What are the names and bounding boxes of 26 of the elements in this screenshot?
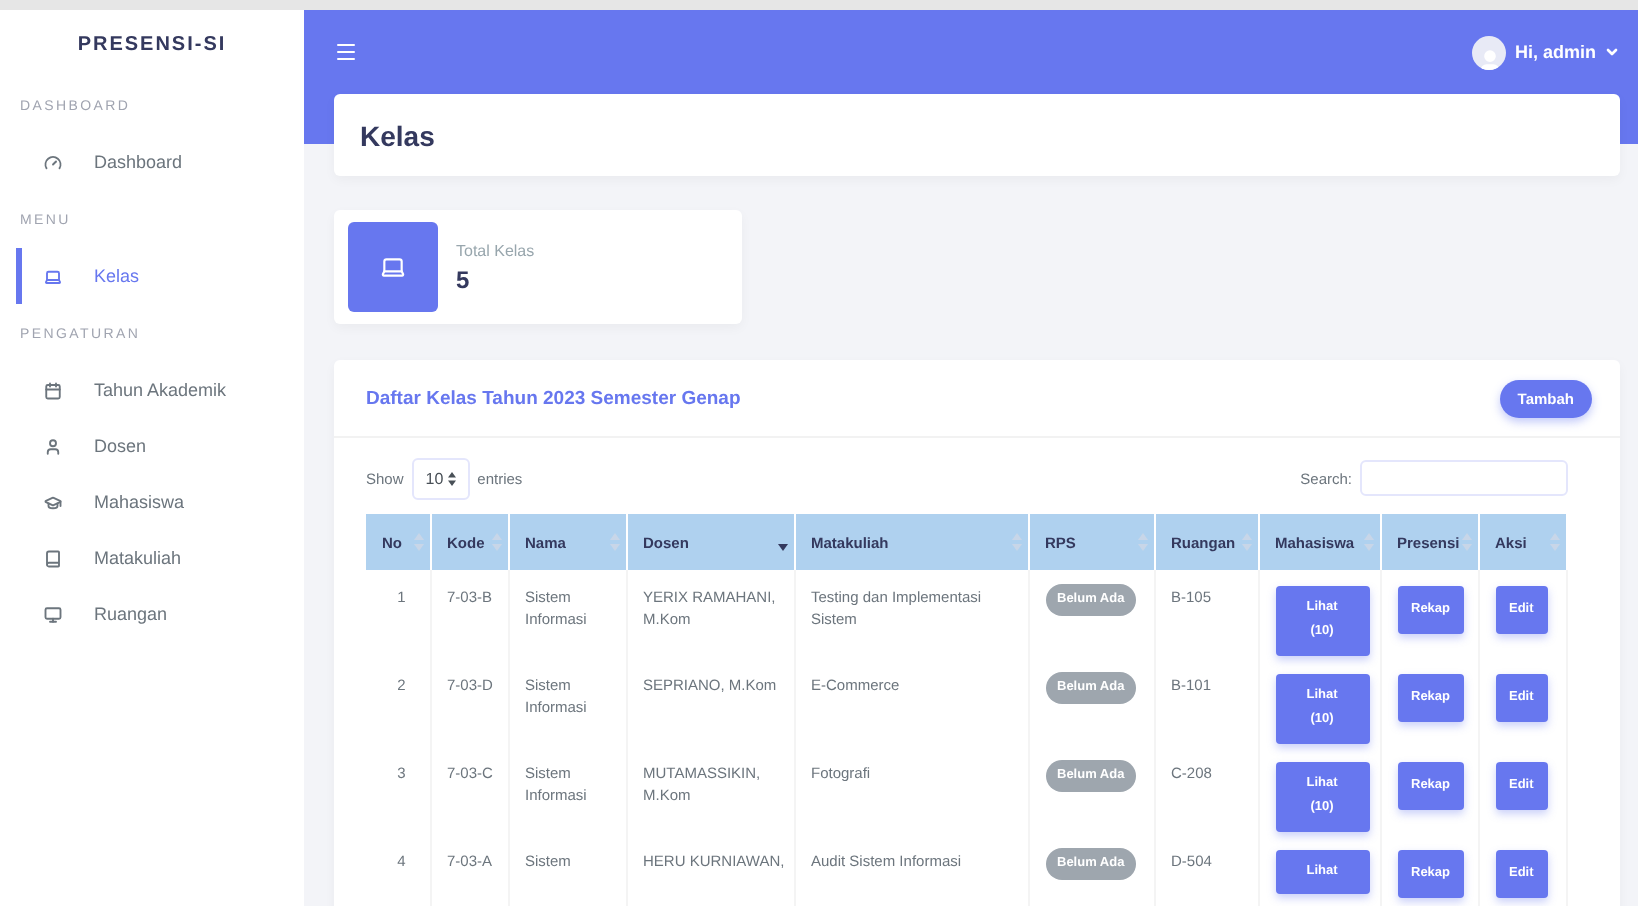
sidebar-item[interactable]: Tahun Akademik xyxy=(16,362,304,418)
sort-arrows-icon xyxy=(447,471,456,485)
menu-button[interactable] xyxy=(334,40,358,64)
laptop-icon xyxy=(44,267,62,285)
card-title: Daftar Kelas Tahun 2023 Semester Genap xyxy=(366,387,741,409)
graduation-cap-icon xyxy=(44,493,62,511)
monitor-icon xyxy=(44,605,62,623)
book-icon xyxy=(44,549,62,567)
gauge-icon xyxy=(44,153,62,171)
stat-value: 5 xyxy=(456,265,472,293)
user-icon xyxy=(44,437,62,455)
sidebar-item[interactable]: Ruangan xyxy=(16,586,304,642)
sidebar-item[interactable]: Kelas xyxy=(16,248,304,304)
calendar-icon xyxy=(44,381,62,399)
user-menu[interactable]: Hi, admin xyxy=(1472,35,1620,69)
stat-label: Total Kelas xyxy=(456,241,535,259)
page-size-select[interactable]: 10 xyxy=(411,457,470,499)
brand-title: PRESENSI-SI xyxy=(75,32,229,60)
sidebar-item[interactable]: Mahasiswa xyxy=(16,474,304,530)
caret-icon xyxy=(1604,44,1620,60)
search-field[interactable] xyxy=(1360,460,1568,496)
sidebar-item[interactable]: Dosen xyxy=(16,418,304,474)
page-title: Kelas xyxy=(360,119,435,151)
sidebar-item[interactable]: Dashboard xyxy=(16,134,304,190)
laptop-icon xyxy=(348,222,438,312)
sidebar-item[interactable]: Matakuliah xyxy=(16,530,304,586)
